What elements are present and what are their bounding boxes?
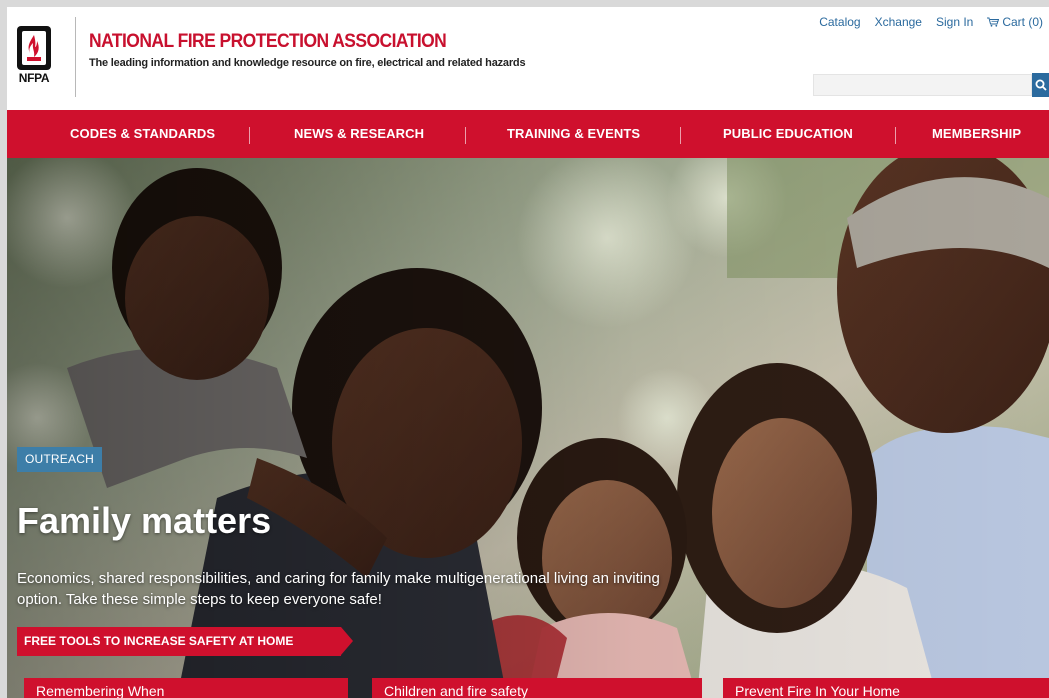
- cart-icon: [987, 17, 1000, 27]
- page: NFPA NATIONAL FIRE PROTECTION ASSOCIATIO…: [7, 7, 1049, 698]
- nav-divider: [680, 127, 681, 144]
- utility-links: Catalog Xchange Sign In Cart (0): [819, 15, 1043, 29]
- search-icon: [1035, 79, 1047, 91]
- nav-item-training-events[interactable]: TRAINING & EVENTS: [507, 110, 640, 158]
- logo-divider: [75, 17, 76, 97]
- nav-divider: [465, 127, 466, 144]
- hero-overlay: [7, 158, 1049, 698]
- feature-tab-prevent-fire[interactable]: Prevent Fire In Your Home: [723, 678, 1049, 698]
- nav-divider: [249, 127, 250, 144]
- hero-title: Family matters: [17, 500, 272, 541]
- search-input[interactable]: [813, 74, 1032, 96]
- xchange-link[interactable]: Xchange: [875, 15, 922, 29]
- feature-tab-children-fire-safety[interactable]: Children and fire safety: [372, 678, 702, 698]
- site-header: NFPA NATIONAL FIRE PROTECTION ASSOCIATIO…: [7, 7, 1049, 109]
- cta-label: FREE TOOLS TO INCREASE SAFETY AT HOME: [24, 634, 294, 648]
- org-name[interactable]: NATIONAL FIRE PROTECTION ASSOCIATION: [89, 31, 447, 53]
- nfpa-logo[interactable]: NFPA: [15, 21, 53, 91]
- search-button[interactable]: [1032, 73, 1049, 97]
- hero-banner: OUTREACH Family matters Economics, share…: [7, 158, 1049, 698]
- nav-item-news-research[interactable]: NEWS & RESEARCH: [294, 110, 424, 158]
- cart-link[interactable]: Cart (0): [987, 15, 1043, 29]
- feature-tab-remembering-when[interactable]: Remembering When: [24, 678, 348, 698]
- nav-item-membership[interactable]: MEMBERSHIP: [932, 110, 1021, 158]
- hero-description: Economics, shared responsibilities, and …: [17, 570, 660, 608]
- cart-label: Cart (0): [1002, 15, 1043, 29]
- cta-arrow-icon: [341, 627, 353, 655]
- nav-divider: [895, 127, 896, 144]
- main-nav: CODES & STANDARDS NEWS & RESEARCH TRAINI…: [7, 110, 1049, 158]
- tagline: The leading information and knowledge re…: [89, 57, 526, 69]
- nav-item-public-education[interactable]: PUBLIC EDUCATION: [723, 110, 853, 158]
- logo-wordmark: NFPA: [18, 71, 50, 85]
- nav-item-codes-standards[interactable]: CODES & STANDARDS: [70, 110, 215, 158]
- catalog-link[interactable]: Catalog: [819, 15, 860, 29]
- category-badge[interactable]: OUTREACH: [17, 447, 102, 472]
- sign-in-link[interactable]: Sign In: [936, 15, 973, 29]
